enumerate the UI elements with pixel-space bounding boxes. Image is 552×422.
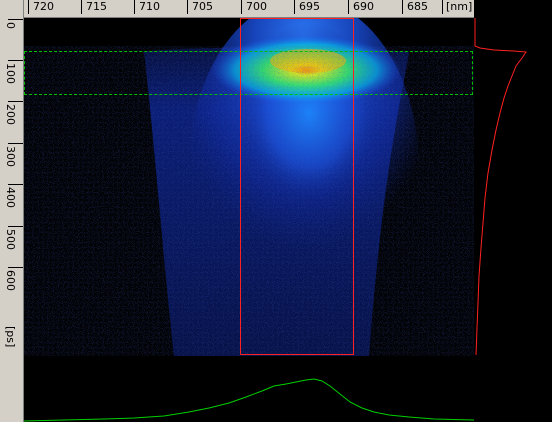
time-profile-curve (474, 18, 527, 356)
y-tick-label: 300 (4, 146, 17, 167)
y-tick-label: 200 (4, 104, 17, 125)
x-tick-label: 720 (33, 0, 54, 13)
x-tick-label: 710 (139, 0, 160, 13)
x-tick-label: 700 (246, 0, 267, 13)
x-tick-695: 695 (294, 0, 320, 18)
ruler-corner (474, 0, 552, 18)
wavelength-band-roi[interactable] (240, 18, 354, 355)
x-tick-700: 700 (241, 0, 267, 18)
y-tick-label: 100 (4, 63, 17, 84)
x-axis-unit: [nm] (442, 0, 472, 14)
y-tick-label: 400 (4, 187, 17, 208)
y-tick-500: 500 (0, 226, 24, 250)
x-tick-label: 685 (407, 0, 428, 13)
x-tick-label: 690 (353, 0, 374, 13)
x-tick-710: 710 (134, 0, 160, 18)
y-tick-label: 500 (4, 229, 17, 250)
y-tick-label: 0 (4, 22, 17, 29)
y-tick-label: 600 (4, 270, 17, 291)
streak-camera-viewer: 720 715 710 705 700 695 690 685 [nm] 0 1… (0, 0, 552, 422)
spectrum-curve (24, 378, 474, 422)
wavelength-axis-ruler: 720 715 710 705 700 695 690 685 [nm] (24, 0, 474, 18)
empty-corner (474, 356, 552, 422)
y-tick-200: 200 (0, 101, 24, 125)
time-profile-svg (474, 18, 527, 356)
y-tick-600: 600 (0, 267, 24, 291)
x-tick-label: 695 (299, 0, 320, 13)
y-axis-unit: [ps] (4, 326, 17, 348)
x-tick-label: 705 (192, 0, 213, 13)
x-tick-label: 715 (86, 0, 107, 13)
y-tick-400: 400 (0, 184, 24, 208)
streak-image[interactable] (24, 18, 474, 356)
spectrum-profile-svg (24, 378, 474, 422)
spectrum-profile-panel (24, 356, 474, 422)
x-tick-705: 705 (187, 0, 213, 18)
x-tick-720: 720 (28, 0, 54, 18)
time-axis-ruler: 0 100 200 300 400 500 600 [ps] (0, 0, 24, 422)
y-tick-100: 100 (0, 60, 24, 84)
y-tick-300: 300 (0, 143, 24, 167)
x-tick-715: 715 (81, 0, 107, 18)
y-tick-0: 0 (0, 19, 24, 29)
x-tick-690: 690 (348, 0, 374, 18)
x-tick-685: 685 (402, 0, 428, 18)
time-profile-panel (474, 18, 552, 356)
